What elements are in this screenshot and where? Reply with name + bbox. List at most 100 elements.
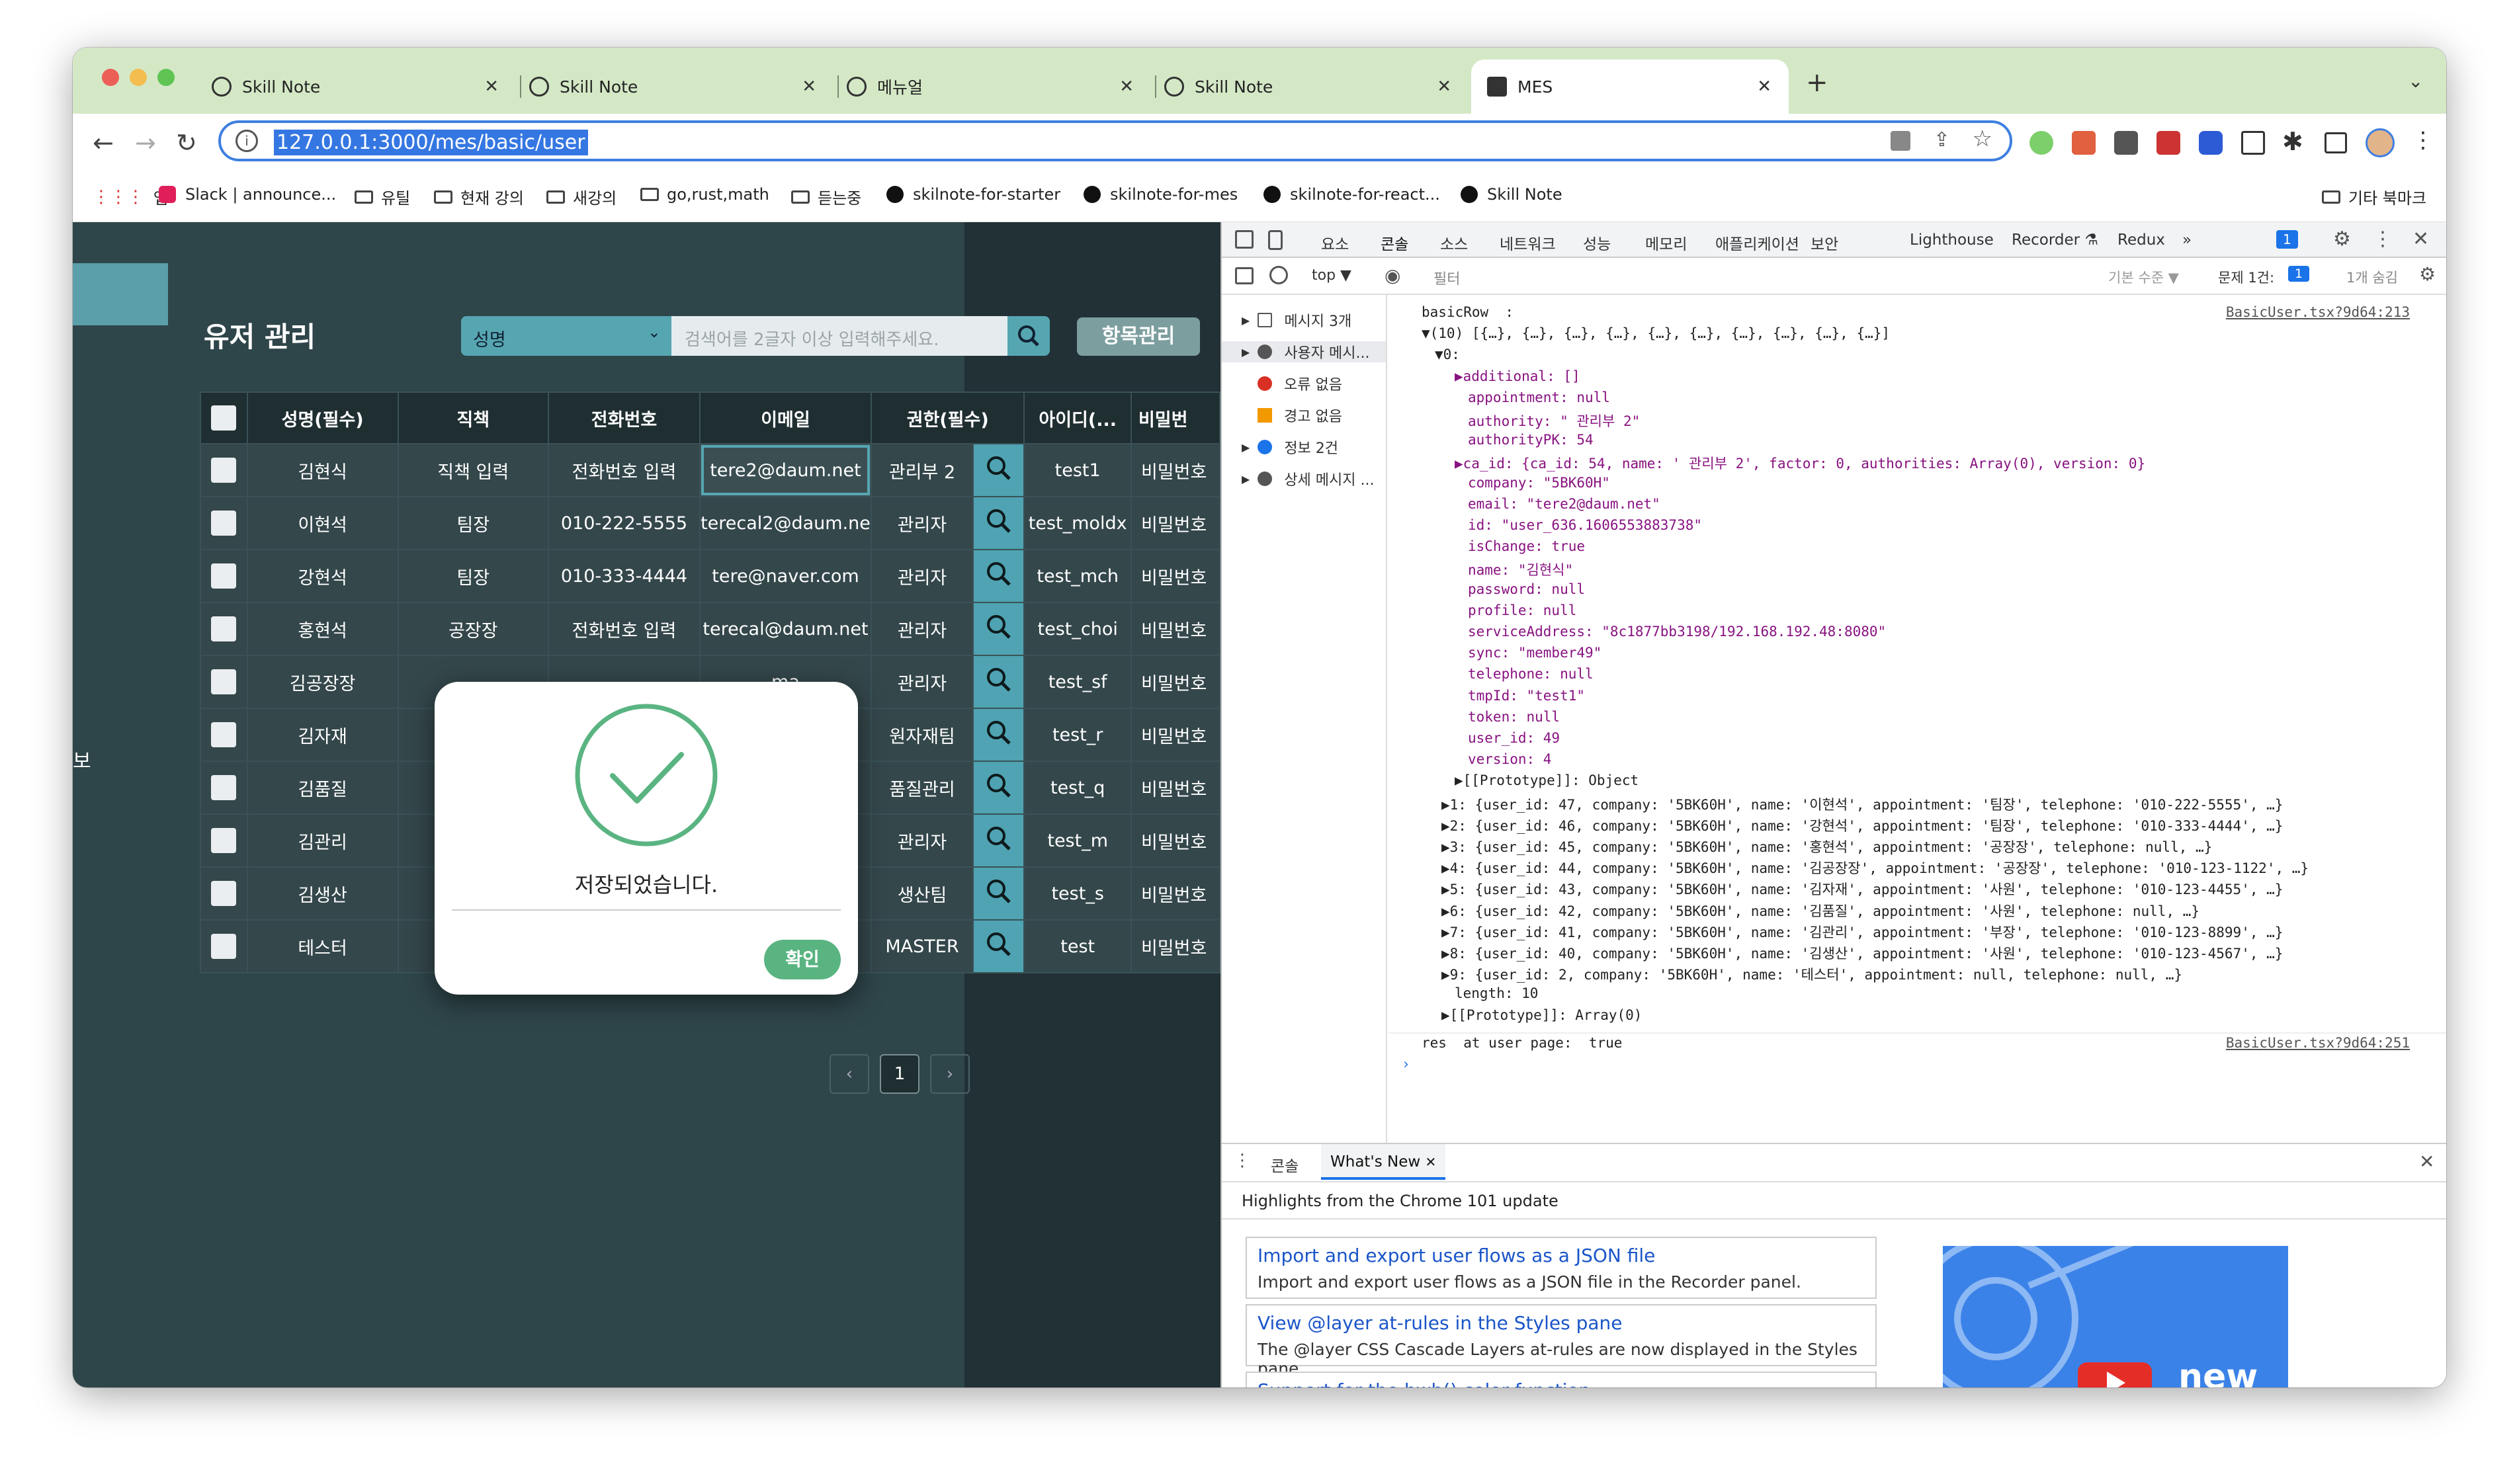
menu-dots-icon[interactable]: ⋮ — [2412, 127, 2434, 153]
sidebar-item-messages[interactable]: ▶ 메시지 3개 — [1242, 309, 1351, 331]
password-cell[interactable]: 비밀번호 — [1130, 813, 1221, 868]
row-checkbox[interactable] — [211, 722, 237, 747]
bookmark-github[interactable]: skilnote-for-starter — [886, 185, 1060, 204]
row-select-cell[interactable] — [200, 443, 248, 497]
console-line[interactable]: ▶9: {user_id: 2, company: '5BK60H', name… — [1441, 964, 2182, 984]
devtools-tab[interactable]: 메모리 — [1645, 231, 1687, 254]
console-line[interactable]: ▶ca_id: {ca_id: 54, name: ' 관리부 2', fact… — [1455, 453, 2145, 473]
userid-cell[interactable]: test_m — [1023, 813, 1132, 868]
bookmark-folder[interactable]: 현재 강의 — [434, 185, 524, 208]
search-button[interactable] — [1007, 316, 1050, 356]
address-bar[interactable]: i 127.0.0.1:3000/mes/basic/user ⇪ ☆ — [218, 120, 2012, 161]
close-drawer-icon[interactable]: ✕ — [2419, 1151, 2434, 1173]
column-header[interactable]: 권한(필수) — [870, 392, 1025, 444]
sidebar-item-warnings[interactable]: 경고 없음 — [1258, 405, 1342, 426]
sidebar-item-verbose[interactable]: ▶ 상세 메시지 ... — [1242, 468, 1374, 489]
authority-cell[interactable]: MASTER — [870, 919, 974, 973]
devtools-tab[interactable]: Lighthouse — [1910, 231, 1994, 249]
row-select-cell[interactable] — [200, 496, 248, 550]
whats-new-card[interactable]: View @layer at-rules in the Styles pane … — [1246, 1304, 1877, 1378]
userid-cell[interactable]: test1 — [1023, 443, 1132, 497]
name-cell[interactable]: 홍현석 — [246, 602, 399, 656]
source-link[interactable]: BasicUser.tsx?9d64:251 — [2226, 1035, 2410, 1051]
inspect-icon[interactable] — [1235, 230, 1254, 249]
sidepanel-icon[interactable] — [2325, 132, 2347, 153]
row-checkbox[interactable] — [211, 934, 237, 959]
page-1-button[interactable]: 1 — [880, 1054, 919, 1094]
devtools-tab[interactable]: 네트워크 — [1500, 231, 1556, 254]
authority-search-button[interactable] — [972, 866, 1025, 921]
info-icon[interactable]: i — [235, 130, 258, 152]
devtools-tab[interactable]: 성능 — [1583, 231, 1611, 254]
reload-icon[interactable]: ↻ — [176, 128, 197, 157]
close-tab-icon[interactable]: ✕ — [1437, 77, 1451, 97]
password-cell[interactable]: 비밀번호 — [1130, 866, 1221, 921]
name-cell[interactable]: 테스터 — [246, 919, 399, 973]
devtools-tab[interactable]: 소스 — [1440, 231, 1468, 254]
devtools-tab[interactable]: 보안 — [1811, 231, 1838, 254]
close-tab-icon[interactable]: ✕ — [1426, 1154, 1437, 1170]
devtools-tab[interactable]: Redux — [2117, 231, 2165, 249]
authority-search-button[interactable] — [972, 813, 1025, 868]
drawer-tab-console[interactable]: 콘솔 — [1271, 1153, 1299, 1176]
browser-tab[interactable]: 메뉴얼 ✕ — [847, 60, 1151, 114]
next-page-button[interactable]: › — [930, 1054, 970, 1094]
sidebar-item-info[interactable]: ▶ 정보 2건 — [1242, 436, 1338, 458]
drawer-menu-icon[interactable]: ⋮ — [1234, 1151, 1251, 1171]
devtools-tab[interactable]: 애플리케이션 — [1715, 231, 1799, 254]
column-header[interactable]: 아이디(... — [1023, 392, 1132, 444]
column-header[interactable]: 이메일 — [699, 392, 872, 444]
more-options-icon[interactable]: ⋮ — [2373, 227, 2393, 251]
close-devtools-icon[interactable]: ✕ — [2412, 227, 2429, 251]
table-row[interactable]: 강현석 팀장 010-333-4444 tere@naver.com 관리자 test_m… — [200, 549, 1221, 603]
select-all-checkbox[interactable] — [211, 405, 237, 431]
eye-icon[interactable]: ◉ — [1385, 265, 1400, 286]
authority-cell[interactable]: 관리자 — [870, 602, 974, 656]
row-checkbox[interactable] — [211, 458, 237, 483]
log-levels-select[interactable]: 기본 수준 ▼ — [2108, 267, 2179, 287]
bookmark-slack[interactable]: Slack | announce... — [159, 185, 336, 204]
table-row[interactable]: 김현식 직책 입력 전화번호 입력 tere2@daum.net 관리부 2 test1 비… — [200, 443, 1221, 497]
browser-tab[interactable]: Skill Note ✕ — [529, 60, 833, 114]
name-cell[interactable]: 이현석 — [246, 496, 399, 550]
password-cell[interactable]: 비밀번호 — [1130, 708, 1221, 762]
column-header[interactable]: 직책 — [397, 392, 549, 444]
bookmark-github[interactable]: skilnote-for-mes — [1084, 185, 1238, 204]
console-line[interactable]: ▶additional: [] — [1455, 368, 1580, 384]
phone-cell[interactable]: 전화번호 입력 — [547, 602, 701, 656]
userid-cell[interactable]: test_s — [1023, 866, 1132, 921]
close-tab-icon[interactable]: ✕ — [1757, 77, 1772, 97]
name-cell[interactable]: 김품질 — [246, 761, 399, 815]
clear-console-icon[interactable] — [1269, 266, 1288, 284]
sidebar-active-item[interactable] — [73, 263, 168, 325]
authority-search-button[interactable] — [972, 655, 1025, 709]
sidebar-item-errors[interactable]: 오류 없음 — [1258, 373, 1342, 394]
close-tab-icon[interactable]: ✕ — [484, 77, 499, 97]
name-cell[interactable]: 김관리 — [246, 813, 399, 868]
console-line[interactable]: ▶5: {user_id: 43, company: '5BK60H', nam… — [1441, 879, 2283, 899]
column-header[interactable]: 전화번호 — [547, 392, 701, 444]
console-line[interactable]: ▶[[Prototype]]: Array(0) — [1441, 1007, 1642, 1023]
extension-icon[interactable] — [2114, 131, 2138, 155]
row-checkbox[interactable] — [211, 563, 237, 589]
forward-arrow-icon[interactable]: → — [135, 128, 156, 157]
devtools-tab[interactable]: » — [2182, 231, 2192, 249]
position-cell[interactable]: 공장장 — [397, 602, 549, 656]
screenshot-icon[interactable] — [2241, 131, 2265, 155]
name-cell[interactable]: 김공장장 — [246, 655, 399, 709]
row-select-cell[interactable] — [200, 866, 248, 921]
authority-cell[interactable]: 관리자 — [870, 496, 974, 550]
authority-search-button[interactable] — [972, 602, 1025, 656]
authority-search-button[interactable] — [972, 919, 1025, 973]
authority-cell[interactable]: 관리자 — [870, 549, 974, 603]
authority-cell[interactable]: 관리부 2 — [870, 443, 974, 497]
drawer-tab-whats-new[interactable]: What's New ✕ — [1321, 1144, 1446, 1180]
url-text[interactable]: 127.0.0.1:3000/mes/basic/user — [274, 130, 588, 155]
minimize-window-button[interactable] — [130, 69, 147, 86]
authority-search-button[interactable] — [972, 708, 1025, 762]
console-line[interactable]: ▶[[Prototype]]: Object — [1455, 772, 1639, 788]
position-cell[interactable]: 직책 입력 — [397, 443, 549, 497]
column-header[interactable]: 성명(필수) — [246, 392, 399, 444]
row-checkbox[interactable] — [211, 828, 237, 853]
close-tab-icon[interactable]: ✕ — [1119, 77, 1134, 97]
